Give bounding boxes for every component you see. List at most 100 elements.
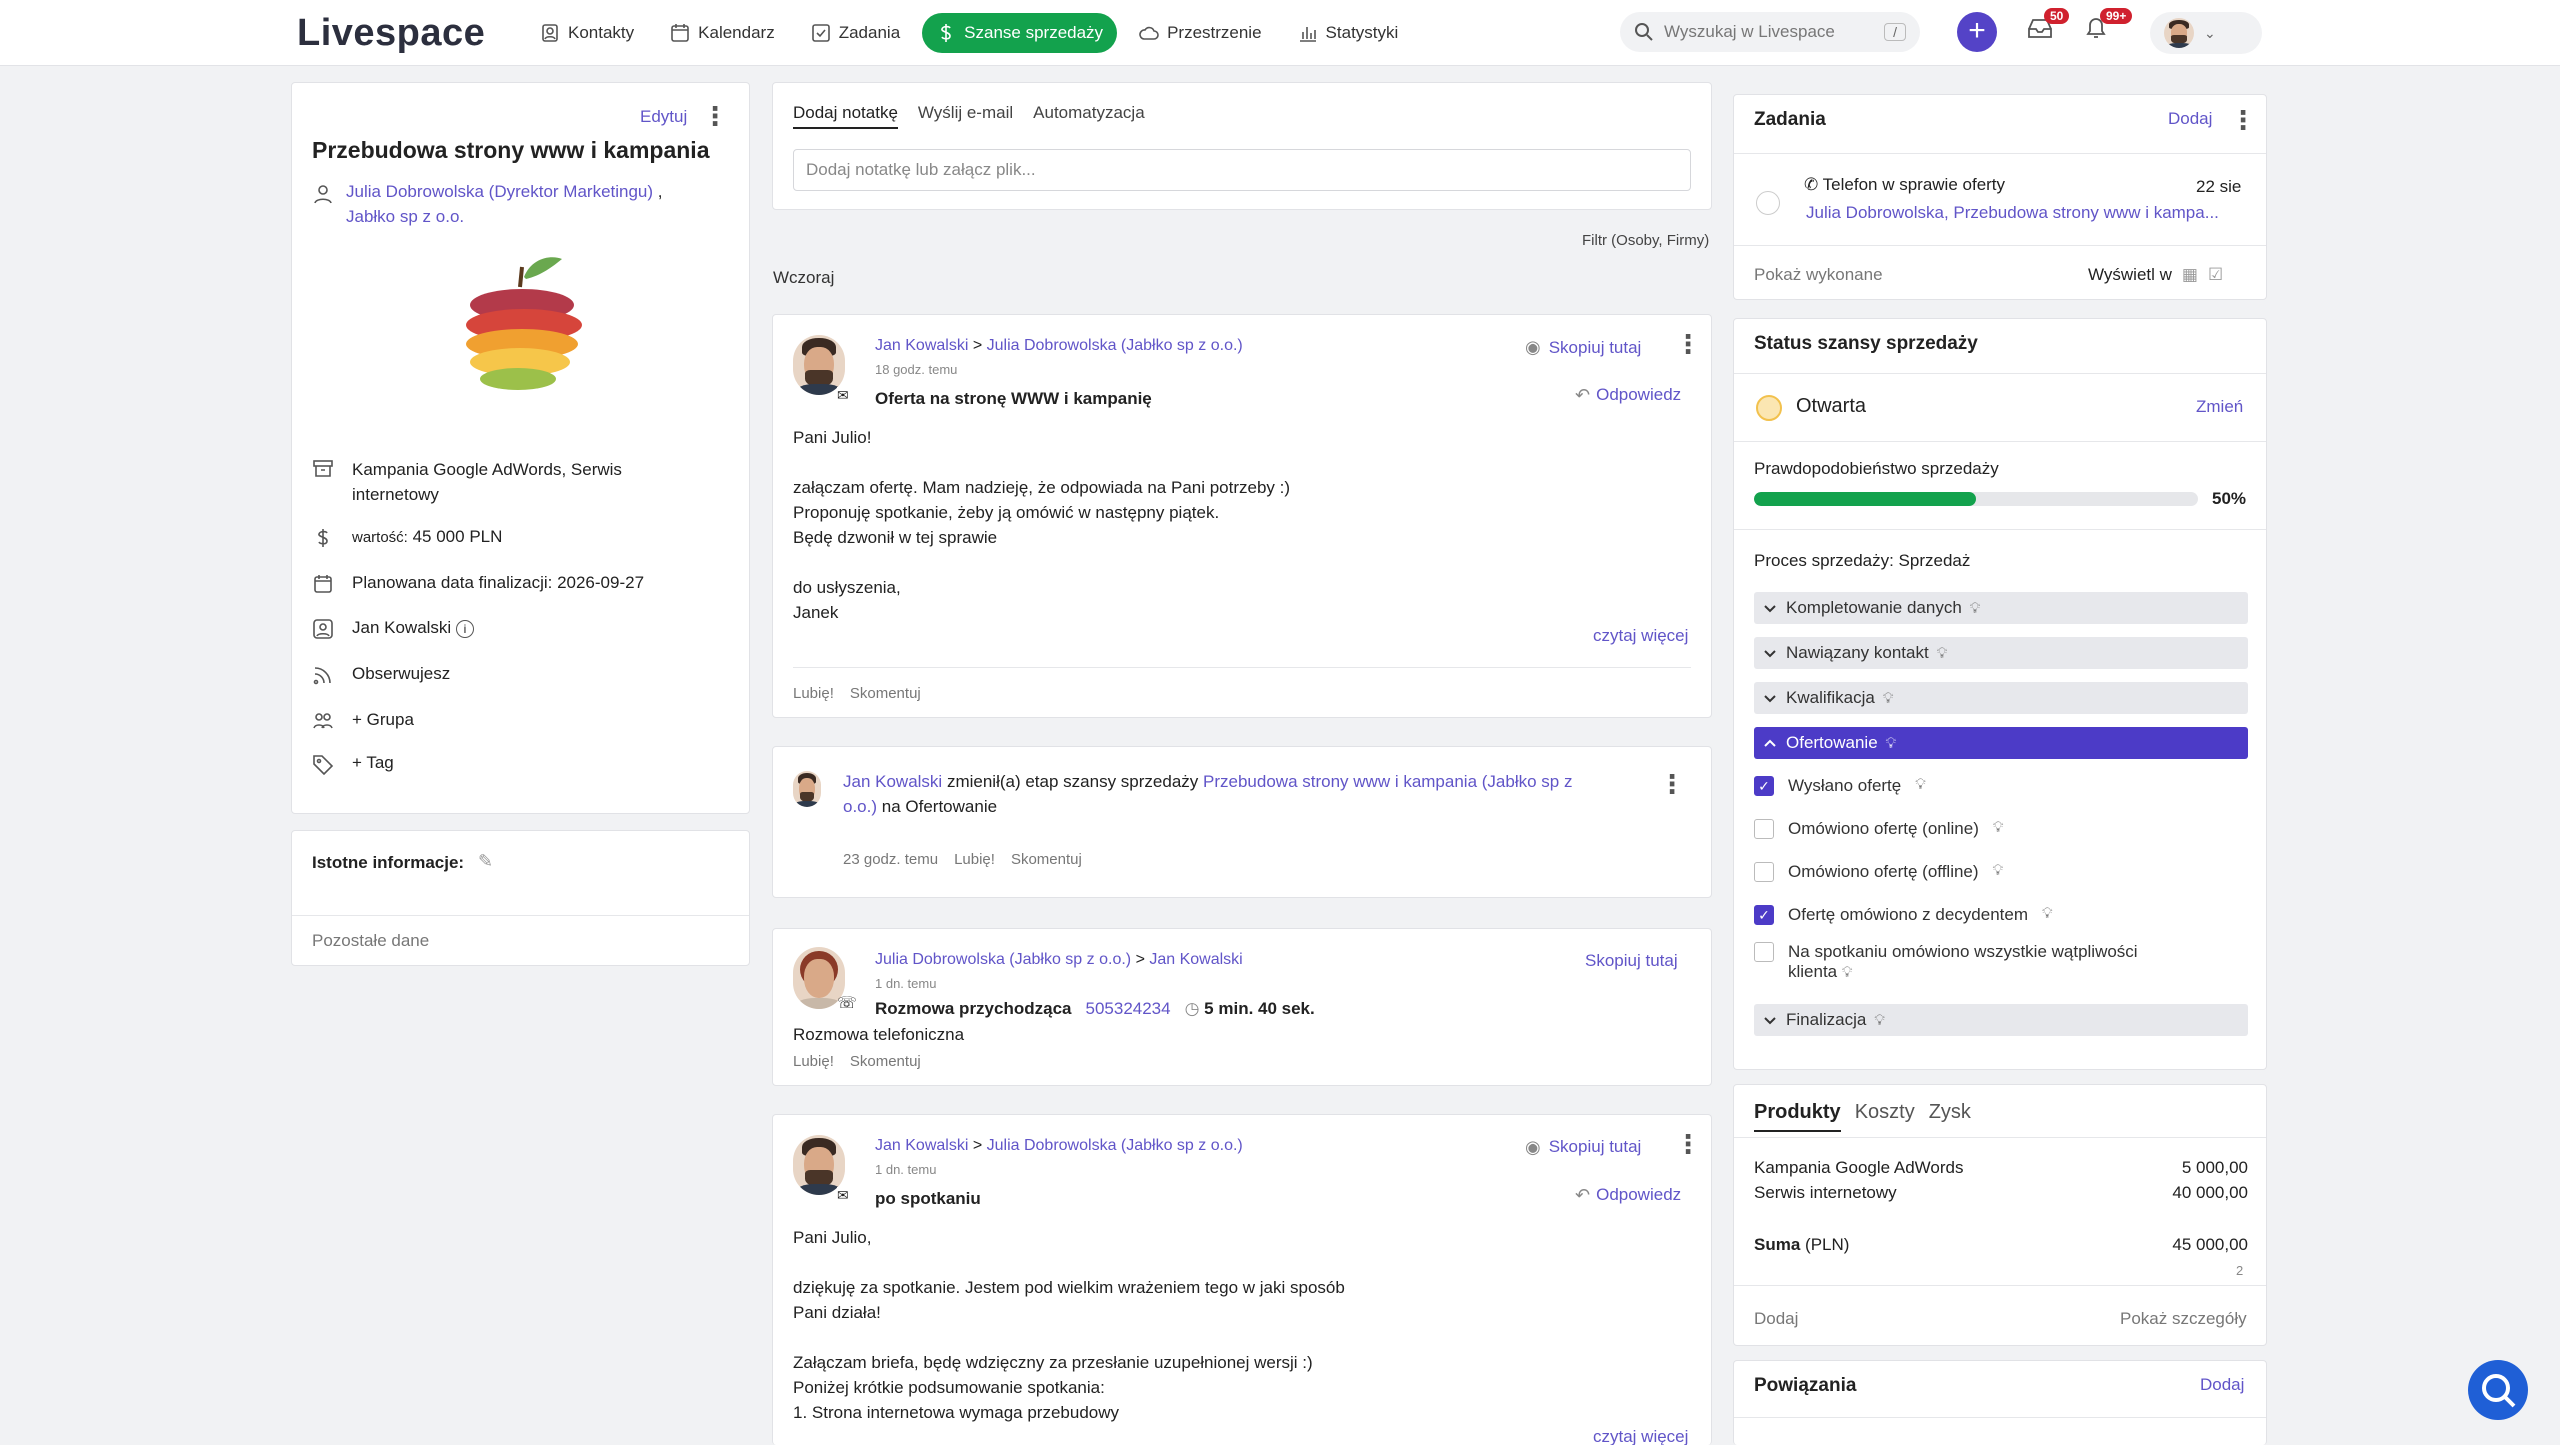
- nav-stats[interactable]: Statystyki: [1284, 13, 1413, 53]
- other-data-link[interactable]: Pozostałe dane: [312, 931, 429, 951]
- add-task-button[interactable]: Dodaj: [2168, 109, 2212, 129]
- checkbox[interactable]: [1754, 942, 1774, 962]
- notifications-button[interactable]: 99+: [2082, 8, 2133, 50]
- tab-send-email[interactable]: Wyślij e-mail: [918, 103, 1013, 129]
- tag-row[interactable]: + Tag: [312, 753, 394, 775]
- company-link[interactable]: Jabłko sp z o.o.: [346, 207, 464, 226]
- read-more-link[interactable]: czytaj więcej: [1593, 1427, 1688, 1445]
- info-icon[interactable]: i: [455, 620, 474, 638]
- apple-logo-icon: [466, 257, 582, 390]
- nav-tasks[interactable]: Zadania: [797, 13, 914, 53]
- tab-products[interactable]: Produkty: [1754, 1101, 1841, 1132]
- livespace-logo[interactable]: Livespace: [297, 12, 485, 55]
- show-done-link[interactable]: Pokaż wykonane: [1754, 265, 1883, 285]
- check-offer-sent[interactable]: ✓ Wysłano ofertę 💡︎: [1754, 776, 1926, 796]
- task-links[interactable]: Julia Dobrowolska, Przebudowa strony www…: [1806, 203, 2250, 223]
- inbox-badge: 50: [2044, 8, 2070, 24]
- checkbox[interactable]: [1754, 862, 1774, 882]
- arrow: >: [972, 1137, 983, 1154]
- stage-completing-data[interactable]: Kompletowanie danych 💡︎: [1754, 592, 2248, 624]
- tab-automation[interactable]: Automatyzacja: [1033, 103, 1145, 129]
- note-input[interactable]: Dodaj notatkę lub załącz plik...: [793, 149, 1691, 191]
- nav-calendar[interactable]: Kalendarz: [656, 13, 789, 53]
- calendar-view-icon[interactable]: ▦: [2182, 265, 2198, 285]
- user-menu[interactable]: ⌄: [2150, 12, 2262, 54]
- nav-spaces[interactable]: Przestrzenie: [1125, 13, 1275, 53]
- tag-label: + Tag: [352, 753, 394, 772]
- task-complete-checkbox[interactable]: [1756, 191, 1780, 215]
- show-details-button[interactable]: Pokaż szczegóły: [2120, 1309, 2247, 1329]
- comment-button[interactable]: Skomentuj: [850, 1053, 921, 1070]
- filter-link[interactable]: Filtr (Osoby, Firmy): [1582, 232, 1709, 249]
- nav-stats-label: Statystyki: [1325, 23, 1399, 42]
- like-button[interactable]: Lubię!: [954, 851, 995, 868]
- nav-contacts[interactable]: Kontakty: [526, 13, 648, 53]
- from-link[interactable]: Julia Dobrowolska (Jabłko sp z o.o.): [875, 951, 1131, 968]
- stage-label: Nawiązany kontakt: [1786, 643, 1929, 662]
- stage-label: Kompletowanie danych: [1786, 598, 1962, 617]
- entry-more-icon[interactable]: ⋮: [1659, 771, 1685, 797]
- like-button[interactable]: Lubię!: [793, 685, 834, 702]
- group-row[interactable]: + Grupa: [312, 710, 414, 732]
- like-button[interactable]: Lubię!: [793, 1053, 834, 1070]
- body-line: Pani Julio!: [793, 428, 872, 447]
- checkbox-checked[interactable]: ✓: [1754, 776, 1774, 796]
- tasks-more-icon[interactable]: ⋮: [2230, 107, 2256, 133]
- copy-here-button[interactable]: ◉ Skopiuj tutaj: [1525, 1137, 1641, 1158]
- stage-qualification[interactable]: Kwalifikacja 💡︎: [1754, 682, 2248, 714]
- deal-more-icon[interactable]: ⋮: [702, 103, 728, 129]
- process-label: Proces sprzedaży: Sprzedaż: [1754, 551, 1971, 570]
- read-more-link[interactable]: czytaj więcej: [1593, 626, 1688, 646]
- arrow: >: [1135, 951, 1145, 968]
- who-link[interactable]: Jan Kowalski: [843, 772, 942, 791]
- reply-button[interactable]: ↶ Odpowiedz: [1575, 1185, 1681, 1206]
- check-decision-maker[interactable]: ✓ Ofertę omówiono z decydentem 💡︎: [1754, 905, 2053, 925]
- to-link[interactable]: Julia Dobrowolska (Jabłko sp z o.o.): [987, 1137, 1243, 1154]
- entry-more-icon[interactable]: ⋮: [1675, 331, 1701, 357]
- edit-button[interactable]: Edytuj: [640, 107, 687, 127]
- to-link[interactable]: Jan Kowalski: [1149, 951, 1242, 968]
- phone-link[interactable]: 505324234: [1086, 999, 1171, 1019]
- tab-profit[interactable]: Zysk: [1929, 1101, 1971, 1132]
- task-title-row[interactable]: ✆ Telefon w sprawie oferty: [1804, 175, 2005, 195]
- entry-more-icon[interactable]: ⋮: [1675, 1131, 1701, 1157]
- top-bar: Livespace Kontakty Kalendarz Zadania Sza…: [0, 0, 2560, 66]
- call-subject: Rozmowa przychodząca: [875, 999, 1072, 1018]
- copy-here-button[interactable]: ◉ Skopiuj tutaj: [1525, 337, 1641, 358]
- reply-button[interactable]: ↶ Odpowiedz: [1575, 385, 1681, 406]
- comment-button[interactable]: Skomentuj: [850, 685, 921, 702]
- tasks-view-icon[interactable]: ☑: [2208, 265, 2223, 285]
- inbox-button[interactable]: 50: [2026, 8, 2070, 50]
- search-shortcut: /: [1884, 23, 1906, 41]
- stage-contact[interactable]: Nawiązany kontakt 💡︎: [1754, 637, 2248, 669]
- follow-row[interactable]: Obserwujesz: [312, 664, 450, 686]
- add-button[interactable]: +: [1957, 12, 1997, 52]
- help-chat-button[interactable]: [2468, 1360, 2528, 1420]
- stage-offering[interactable]: Ofertowanie 💡︎: [1754, 727, 2248, 759]
- checkbox[interactable]: [1754, 819, 1774, 839]
- from-link[interactable]: Jan Kowalski: [875, 337, 968, 354]
- stage-finalization[interactable]: Finalizacja 💡︎: [1754, 1004, 2248, 1036]
- to-link[interactable]: Julia Dobrowolska (Jabłko sp z o.o.): [987, 337, 1243, 354]
- add-product-button[interactable]: Dodaj: [1754, 1309, 1798, 1329]
- comment-button[interactable]: Skomentuj: [1011, 851, 1082, 868]
- tab-add-note[interactable]: Dodaj notatkę: [793, 103, 898, 129]
- product-row: Kampania Google AdWords 5 000,00: [1754, 1155, 2248, 1180]
- stage-label: Finalizacja: [1786, 1010, 1867, 1029]
- search-input[interactable]: Wyszukaj w Livespace /: [1620, 12, 1920, 52]
- sum-row: Suma (PLN) 45 000,00: [1754, 1235, 2248, 1255]
- nav-deals[interactable]: Szanse sprzedaży: [922, 13, 1118, 53]
- from-link[interactable]: Jan Kowalski: [875, 1137, 968, 1154]
- add-relation-button[interactable]: Dodaj: [2200, 1375, 2244, 1395]
- deal-contacts: Julia Dobrowolska (Dyrektor Marketingu) …: [312, 179, 726, 229]
- change-status-button[interactable]: Zmień: [2196, 397, 2243, 417]
- important-card: Istotne informacje: ✎ Pozostałe dane: [291, 830, 750, 966]
- checkbox-checked[interactable]: ✓: [1754, 905, 1774, 925]
- tab-costs[interactable]: Koszty: [1855, 1101, 1915, 1132]
- check-doubts[interactable]: Na spotkaniu omówiono wszystkie wątpliwo…: [1754, 942, 2148, 983]
- contact-link[interactable]: Julia Dobrowolska (Dyrektor Marketingu): [346, 182, 653, 201]
- check-offline[interactable]: Omówiono ofertę (offline) 💡︎: [1754, 862, 2003, 882]
- check-online[interactable]: Omówiono ofertę (online) 💡︎: [1754, 819, 2003, 839]
- edit-pencil-icon[interactable]: ✎: [478, 851, 493, 872]
- copy-here-button[interactable]: Skopiuj tutaj: [1585, 951, 1678, 971]
